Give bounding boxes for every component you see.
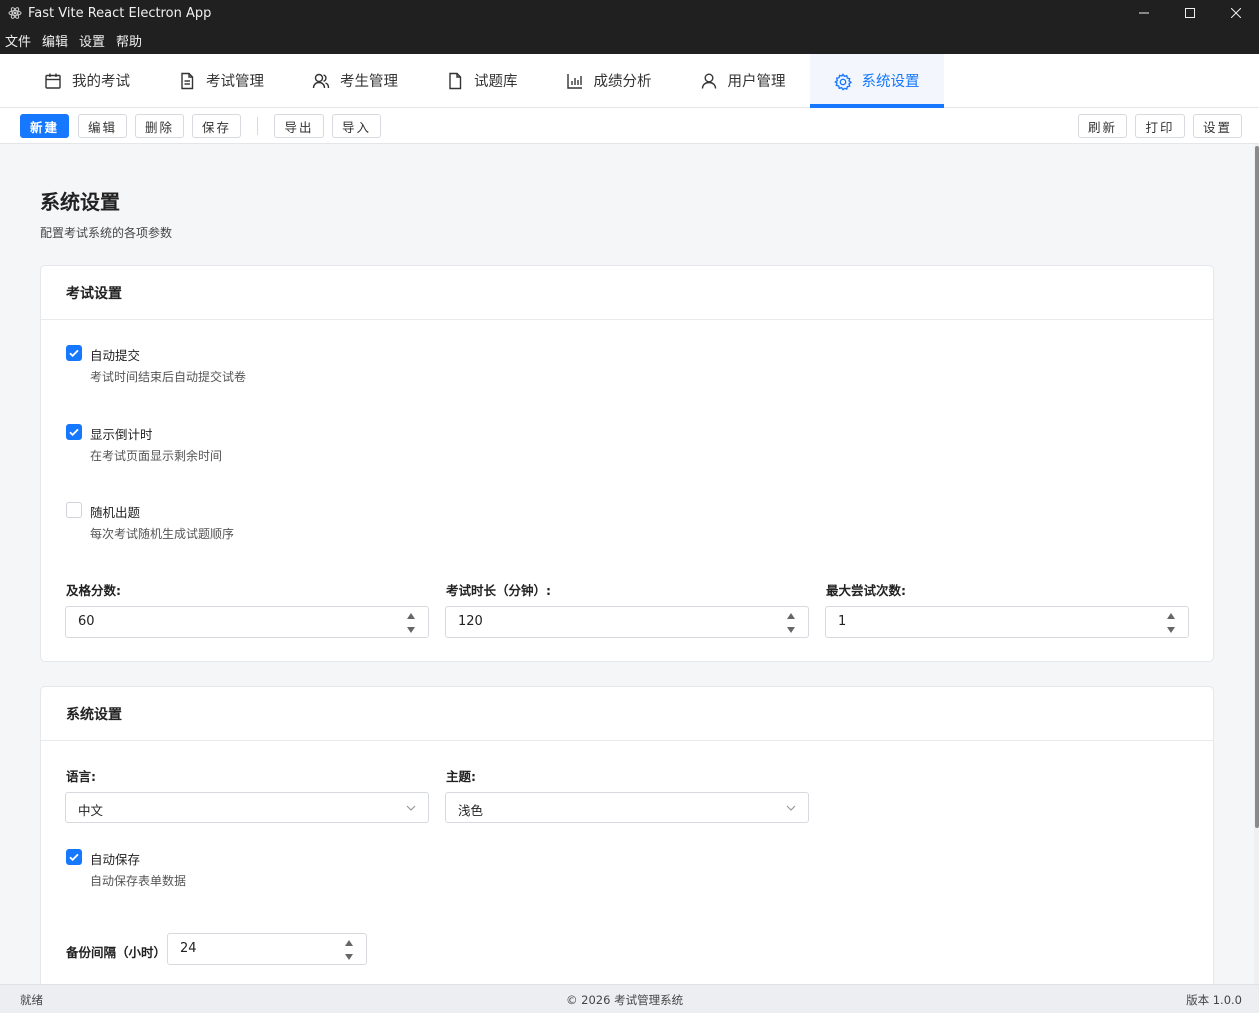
- minimize-icon: [1139, 12, 1149, 14]
- calendar-icon: [44, 72, 62, 90]
- maximize-button[interactable]: [1167, 0, 1213, 26]
- copyright-text: © 2026 考试管理系统: [566, 993, 684, 1007]
- tab-label: 考生管理: [340, 74, 398, 90]
- max-attempts-label: 最大尝试次数:: [826, 583, 906, 598]
- spinner-arrows-icon[interactable]: [1166, 612, 1176, 634]
- show-countdown-label: 显示倒计时: [90, 427, 153, 442]
- close-button[interactable]: [1213, 0, 1259, 26]
- page-title: 系统设置: [40, 190, 120, 214]
- delete-button[interactable]: 删除: [135, 114, 184, 138]
- auto-submit-checkbox[interactable]: [66, 345, 82, 361]
- theme-select[interactable]: 浅色: [445, 792, 809, 823]
- window-title: Fast Vite React Electron App: [28, 5, 212, 21]
- tab-label: 考试管理: [206, 74, 264, 90]
- tab-label: 试题库: [474, 74, 518, 90]
- tab-question-bank[interactable]: 试题库: [422, 54, 542, 107]
- check-icon: [69, 349, 79, 358]
- edit-button[interactable]: 编辑: [78, 114, 127, 138]
- autosave-label: 自动保存: [90, 852, 141, 867]
- tab-exam-management[interactable]: 考试管理: [154, 54, 288, 107]
- save-button[interactable]: 保存: [192, 114, 241, 138]
- auto-submit-label: 自动提交: [90, 348, 141, 363]
- auto-submit-description: 考试时间结束后自动提交试卷: [90, 370, 247, 384]
- pass-score-label: 及格分数:: [66, 583, 121, 598]
- new-button[interactable]: 新建: [20, 114, 69, 138]
- max-attempts-input[interactable]: 1: [825, 606, 1189, 638]
- scrollbar-thumb[interactable]: [1255, 146, 1259, 828]
- backup-interval-value: 24: [180, 941, 197, 956]
- menu-help[interactable]: 帮助: [116, 31, 142, 50]
- show-countdown-checkbox[interactable]: [66, 424, 82, 440]
- close-icon: [1231, 8, 1241, 18]
- page-subtitle: 配置考试系统的各项参数: [40, 226, 173, 240]
- menu-edit[interactable]: 编辑: [42, 31, 68, 50]
- pass-score-input[interactable]: 60: [65, 606, 429, 638]
- minimize-button[interactable]: [1121, 0, 1167, 26]
- exam-settings-card: 考试设置 自动提交 考试时间结束后自动提交试卷 显示倒计时 在考试页面显示剩余时…: [40, 265, 1214, 662]
- toolbar-divider: [257, 117, 258, 135]
- title-bar: Fast Vite React Electron App: [0, 0, 1259, 26]
- tab-label: 我的考试: [72, 74, 130, 90]
- language-select[interactable]: 中文: [65, 792, 429, 823]
- content-area: 系统设置 配置考试系统的各项参数 考试设置 自动提交 考试时间结束后自动提交试卷…: [0, 144, 1254, 984]
- refresh-button[interactable]: 刷新: [1078, 114, 1127, 138]
- menu-settings[interactable]: 设置: [79, 31, 105, 50]
- status-text: 就绪: [20, 993, 43, 1007]
- pass-score-value: 60: [78, 614, 95, 629]
- maximize-icon: [1185, 8, 1195, 18]
- backup-interval-input[interactable]: 24: [167, 933, 367, 965]
- theme-value: 浅色: [458, 803, 484, 818]
- random-questions-label: 随机出题: [90, 505, 141, 520]
- toolbar: 新建 编辑 删除 保存 导出 导入 刷新 打印 设置: [0, 108, 1259, 144]
- document-icon: [178, 72, 196, 90]
- exam-duration-value: 120: [458, 614, 483, 629]
- version-text: 版本 1.0.0: [1186, 993, 1242, 1007]
- chevron-down-icon: [406, 805, 416, 811]
- main-tabs: 我的考试 考试管理 考生管理 试题库 成绩分析 用户管理 系统设置: [0, 54, 1259, 108]
- file-icon: [446, 72, 464, 90]
- tab-score-analysis[interactable]: 成绩分析: [542, 54, 676, 107]
- menu-bar: 文件 编辑 设置 帮助: [0, 26, 1259, 54]
- check-icon: [69, 853, 79, 862]
- tab-label: 用户管理: [727, 74, 786, 90]
- tab-my-exams[interactable]: 我的考试: [20, 54, 154, 107]
- spinner-arrows-icon[interactable]: [786, 612, 796, 634]
- spinner-arrows-icon[interactable]: [406, 612, 416, 634]
- status-bar: 就绪 © 2026 考试管理系统 版本 1.0.0: [0, 984, 1259, 1013]
- random-questions-checkbox[interactable]: [66, 502, 82, 518]
- tab-candidate-management[interactable]: 考生管理: [288, 54, 422, 107]
- language-value: 中文: [78, 803, 104, 818]
- theme-label: 主题:: [446, 769, 476, 784]
- menu-file[interactable]: 文件: [5, 31, 31, 50]
- user-icon: [700, 72, 718, 90]
- vertical-scrollbar[interactable]: [1254, 144, 1259, 984]
- bar-chart-icon: [566, 72, 584, 90]
- random-questions-description: 每次考试随机生成试题顺序: [90, 527, 235, 541]
- check-icon: [69, 428, 79, 437]
- chevron-down-icon: [786, 805, 796, 811]
- import-button[interactable]: 导入: [332, 114, 381, 138]
- gear-icon: [833, 72, 852, 91]
- exam-duration-input[interactable]: 120: [445, 606, 809, 638]
- exam-settings-title: 考试设置: [41, 266, 1213, 320]
- tab-label: 成绩分析: [593, 74, 652, 90]
- max-attempts-value: 1: [838, 614, 847, 629]
- print-button[interactable]: 打印: [1135, 114, 1185, 138]
- autosave-description: 自动保存表单数据: [90, 874, 187, 888]
- autosave-checkbox[interactable]: [66, 849, 82, 865]
- system-settings-title: 系统设置: [41, 687, 1213, 741]
- export-button[interactable]: 导出: [274, 114, 324, 138]
- exam-duration-label: 考试时长（分钟）:: [446, 583, 551, 598]
- tab-label: 系统设置: [861, 74, 920, 90]
- backup-interval-label: 备份间隔（小时）:: [66, 945, 171, 960]
- system-settings-card: 系统设置 语言: 中文 主题: 浅色 自动保存 自动保存表单数据 备份间隔（小时…: [40, 686, 1214, 984]
- settings-button[interactable]: 设置: [1193, 114, 1242, 138]
- users-icon: [312, 72, 330, 90]
- tab-system-settings[interactable]: 系统设置: [809, 54, 944, 108]
- electron-app-icon: [8, 6, 22, 20]
- tab-user-management[interactable]: 用户管理: [676, 54, 810, 107]
- language-label: 语言:: [66, 769, 96, 784]
- spinner-arrows-icon[interactable]: [344, 939, 354, 961]
- show-countdown-description: 在考试页面显示剩余时间: [90, 449, 223, 463]
